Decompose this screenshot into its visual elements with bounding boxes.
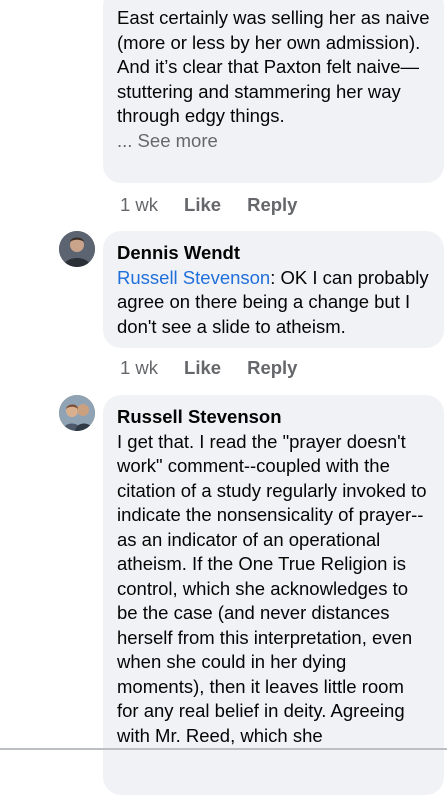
avatar-image xyxy=(59,395,95,431)
comment-bubble: East certainly was selling her as naive … xyxy=(103,0,444,183)
comment-actions: 1 wk Like Reply xyxy=(120,357,297,379)
comment-author[interactable]: Dennis Wendt xyxy=(117,241,430,266)
avatar[interactable] xyxy=(59,231,95,267)
reply-button[interactable]: Reply xyxy=(247,194,297,216)
comment-actions: 1 wk Like Reply xyxy=(120,194,297,216)
see-more-link[interactable]: ... See more xyxy=(117,129,430,154)
comment-timestamp[interactable]: 1 wk xyxy=(120,194,158,216)
reply-button[interactable]: Reply xyxy=(247,357,297,379)
avatar-image xyxy=(59,231,95,267)
like-button[interactable]: Like xyxy=(184,357,221,379)
comment-author[interactable]: Russell Stevenson xyxy=(117,405,430,430)
comment-text: East certainly was selling her as naive … xyxy=(117,7,430,126)
avatar[interactable] xyxy=(59,395,95,431)
like-button[interactable]: Like xyxy=(184,194,221,216)
comment-timestamp[interactable]: 1 wk xyxy=(120,357,158,379)
comment-bubble: Dennis Wendt Russell Stevenson: OK I can… xyxy=(103,231,444,348)
comment-bubble: Russell Stevenson I get that. I read the… xyxy=(103,395,444,795)
comment-text: I get that. I read the "prayer doesn't w… xyxy=(117,430,427,746)
mention-link[interactable]: Russell Stevenson xyxy=(117,267,270,288)
